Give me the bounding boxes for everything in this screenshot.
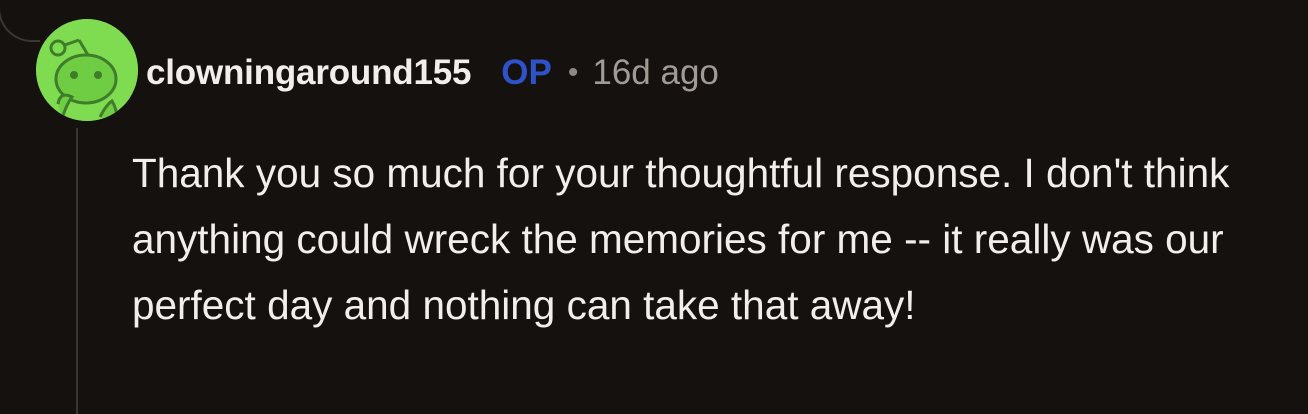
thread-line[interactable] [76,128,78,414]
parent-thread-connector [0,0,40,42]
op-badge: OP [501,53,552,92]
meta-separator: • [567,56,579,89]
comment-body: Thank you so much for your thoughtful re… [132,150,1230,328]
snoo-avatar-icon [36,19,138,121]
comment-meta: clowningaround155 OP • 16d ago [146,50,719,96]
comment-timestamp[interactable]: 16d ago [592,53,719,93]
author-username[interactable]: clowningaround155 [146,53,471,93]
user-avatar[interactable] [36,19,138,121]
